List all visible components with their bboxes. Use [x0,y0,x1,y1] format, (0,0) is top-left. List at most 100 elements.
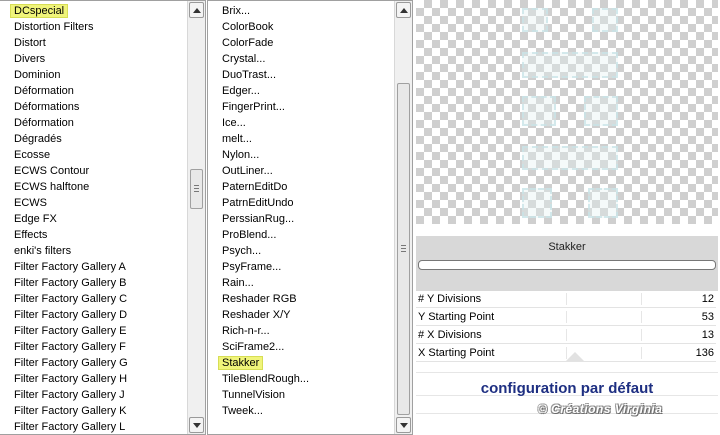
category-item[interactable]: ECWS Contour [0,163,187,179]
filter-list[interactable]: Brix... ColorBook ColorFade Crystal... DuoTr… [207,0,413,435]
category-item-label: Divers [14,53,46,65]
category-scroll-thumb[interactable] [190,169,203,209]
category-item[interactable]: Effects [0,227,187,243]
filter-scroll-up-button[interactable] [396,2,411,18]
filter-item-label: Nylon... [222,149,260,161]
param-value: 53 [701,311,714,323]
category-item[interactable]: Filter Factory Gallery D [0,307,187,323]
preview-tile [522,188,552,218]
category-item-label: Filter Factory Gallery H [14,373,128,385]
filter-scrollbar[interactable] [394,1,412,434]
filter-item[interactable]: ProBlend... [208,227,394,243]
filter-item[interactable]: Psych... [208,243,394,259]
category-list[interactable]: DCspecial Distortion Filters Distort Divers… [0,0,206,435]
category-item-label: Filter Factory Gallery F [14,341,126,353]
category-item-label: Ecosse [14,149,51,161]
default-config-label[interactable]: configuration par défaut [416,380,718,397]
filter-item-label: ColorFade [222,37,274,49]
category-item[interactable]: Filter Factory Gallery E [0,323,187,339]
filter-item[interactable]: TunnelVision [208,387,394,403]
category-item[interactable]: Filter Factory Gallery H [0,371,187,387]
filter-item[interactable]: PsyFrame... [208,259,394,275]
filter-item[interactable]: Edger... [208,83,394,99]
filter-item[interactable]: SciFrame2... [208,339,394,355]
category-item[interactable]: ECWS [0,195,187,211]
category-item[interactable]: Ecosse [0,147,187,163]
category-item-label: DCspecial [11,5,68,17]
filter-item[interactable]: Reshader RGB [208,291,394,307]
param-y-divisions[interactable]: # Y Divisions 12 [416,290,716,308]
filter-item[interactable]: Rich-n-r... [208,323,394,339]
preview-tile [522,146,618,170]
filter-item[interactable]: Ice... [208,115,394,131]
filter-scroll-down-button[interactable] [396,417,411,433]
category-item[interactable]: Edge FX [0,211,187,227]
filter-item-label: PerssianRug... [222,213,295,225]
category-item[interactable]: Filter Factory Gallery G [0,355,187,371]
slider-tick [641,347,642,359]
param-y-starting-point[interactable]: Y Starting Point 53 [416,308,716,326]
filter-item-label: ColorBook [222,21,274,33]
filter-item[interactable]: Brix... [208,3,394,19]
param-x-divisions[interactable]: # X Divisions 13 [416,326,716,344]
category-item[interactable]: Filter Factory Gallery A [0,259,187,275]
filter-item[interactable]: PaternEditDo [208,179,394,195]
filter-item[interactable]: TileBlendRough... [208,371,394,387]
filter-scroll-thumb[interactable] [397,83,410,415]
category-scroll-down-button[interactable] [189,417,204,433]
filter-item[interactable]: DuoTrast... [208,67,394,83]
category-item[interactable]: Divers [0,51,187,67]
category-item[interactable]: Déformation [0,115,187,131]
preview-tile [522,8,548,32]
category-item[interactable]: enki's filters [0,243,187,259]
filter-item[interactable]: Tweek... [208,403,394,419]
category-item[interactable]: Déformations [0,99,187,115]
filter-item[interactable]: Rain... [208,275,394,291]
filter-item[interactable]: ColorFade [208,35,394,51]
category-item-label: Dégradés [14,133,62,145]
category-item[interactable]: DCspecial [0,3,187,19]
filter-item-label: Ice... [222,117,246,129]
category-item[interactable]: Dégradés [0,131,187,147]
filter-item-label: TunnelVision [222,389,285,401]
category-item[interactable]: Déformation [0,83,187,99]
category-scrollbar[interactable] [187,1,205,434]
filter-item[interactable]: PatrnEditUndo [208,195,394,211]
slider-tick [566,293,567,305]
filter-item-label: PaternEditDo [222,181,288,193]
filter-item-label: Stakker [219,357,263,369]
filter-item[interactable]: Nylon... [208,147,394,163]
category-item[interactable]: Distortion Filters [0,19,187,35]
category-item-label: Filter Factory Gallery G [14,357,128,369]
category-item[interactable]: Filter Factory Gallery K [0,403,187,419]
filter-item[interactable]: PerssianRug... [208,211,394,227]
filter-item[interactable]: melt... [208,131,394,147]
filter-item[interactable]: Reshader X/Y [208,307,394,323]
filter-item[interactable]: FingerPrint... [208,99,394,115]
watermark: © Créations Virginia [538,402,663,416]
filter-item-label: PatrnEditUndo [222,197,294,209]
category-item[interactable]: ECWS halftone [0,179,187,195]
filter-item[interactable]: OutLiner... [208,163,394,179]
category-item-label: Filter Factory Gallery C [14,293,128,305]
category-scroll-up-button[interactable] [189,2,204,18]
param-label: X Starting Point [418,347,495,359]
category-item[interactable]: Filter Factory Gallery F [0,339,187,355]
category-item[interactable]: Dominion [0,67,187,83]
param-value: 12 [701,293,714,305]
category-item[interactable]: Filter Factory Gallery C [0,291,187,307]
category-item[interactable]: Filter Factory Gallery B [0,275,187,291]
category-item-label: Déformations [14,101,80,113]
preview-tile [522,96,556,126]
category-item[interactable]: Filter Factory Gallery L [0,419,187,434]
param-label: # Y Divisions [418,293,482,305]
category-item[interactable]: Distort [0,35,187,51]
category-item-label: Distortion Filters [14,21,94,33]
category-item[interactable]: Filter Factory Gallery J [0,387,187,403]
filter-item-label: Rain... [222,277,254,289]
filter-item[interactable]: ColorBook [208,19,394,35]
filter-item[interactable]: Stakker [208,355,394,371]
category-item-label: Filter Factory Gallery J [14,389,125,401]
preview-tile [522,52,618,78]
filter-item[interactable]: Crystal... [208,51,394,67]
